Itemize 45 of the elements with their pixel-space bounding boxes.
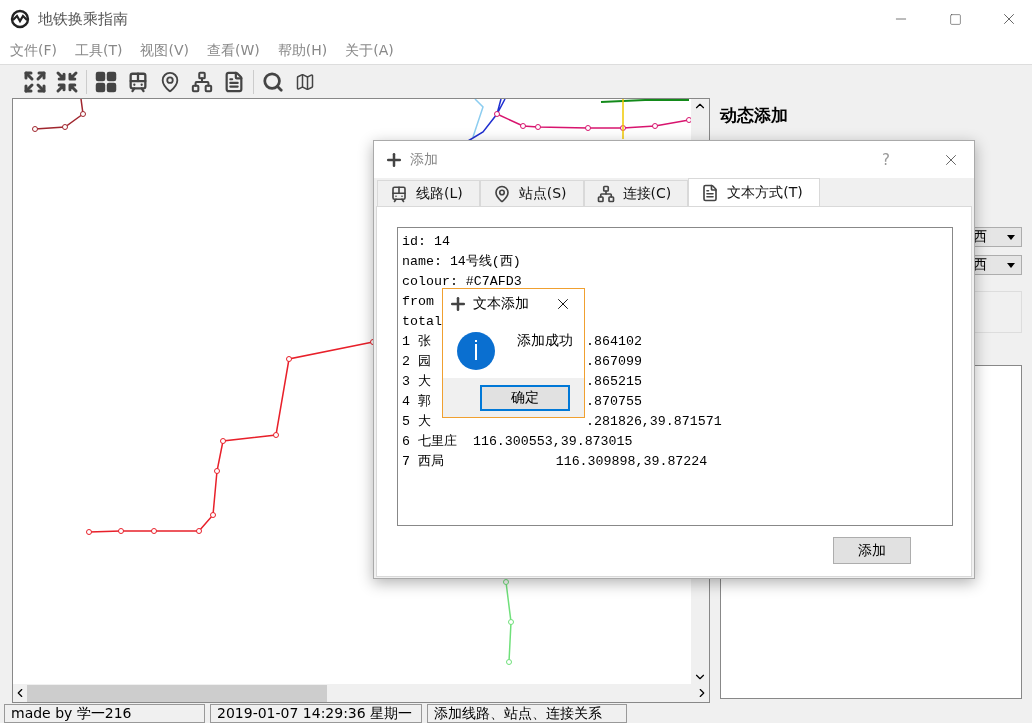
scrollbar-thumb[interactable] <box>27 684 327 702</box>
text-line: .281826,39.871571 <box>586 413 722 431</box>
text-line: id: 14 <box>402 233 450 251</box>
text-line: 2 园 <box>402 353 431 371</box>
ok-button[interactable]: 确定 <box>480 384 570 411</box>
maximize-icon[interactable] <box>948 12 962 26</box>
app-logo-icon <box>10 9 30 29</box>
train-icon <box>390 184 408 203</box>
tab[interactable]: 线路(L) <box>377 180 480 206</box>
menu-item[interactable]: 工具(T) <box>73 42 131 60</box>
document-icon <box>701 183 720 202</box>
menu-item[interactable]: 视图(V) <box>138 42 197 60</box>
network-icon <box>596 184 615 203</box>
window-title: 地铁换乘指南 <box>38 9 129 29</box>
tab[interactable]: 连接(C) <box>583 180 689 206</box>
menu-item[interactable]: 文件(F) <box>8 42 65 60</box>
text-line: 7 西局 116.309898,39.87224 <box>402 453 708 471</box>
status-text: made by 学一216 <box>4 704 205 723</box>
text-line: 5 大 <box>402 413 431 431</box>
text-line: 1 张 <box>402 333 431 351</box>
text-line: total <box>402 313 442 331</box>
panel-title: 动态添加 <box>720 104 789 127</box>
add-button[interactable]: 添加 <box>833 537 911 564</box>
text-line: .870755 <box>586 393 642 411</box>
tab[interactable]: 站点(S) <box>479 180 584 206</box>
text-line: colour: #C7AFD3 <box>402 273 522 291</box>
status-text: 添加线路、站点、连接关系 <box>427 704 627 723</box>
status-text: 2019-01-07 14:29:36 星期一 <box>210 704 422 723</box>
info-icon <box>457 332 495 370</box>
message-title: 文本添加 <box>473 294 530 313</box>
dialog-title: 添加 <box>410 150 439 169</box>
menu-item[interactable]: 查看(W) <box>205 42 268 60</box>
text-line: 3 大 <box>402 373 431 391</box>
text-line: from <box>402 293 434 311</box>
menu-item[interactable]: 关于(A) <box>343 42 402 60</box>
message-text: 添加成功 <box>517 332 573 350</box>
tab[interactable]: 文本方式(T) <box>688 178 820 206</box>
menu-item[interactable]: 帮助(H) <box>275 42 336 60</box>
map-pin-icon <box>492 184 511 203</box>
text-line: .864102 <box>586 333 642 351</box>
text-line: .865215 <box>586 373 642 391</box>
text-line: 4 郭 <box>402 393 431 411</box>
text-line: 6 七里庄 116.300553,39.873015 <box>402 433 633 451</box>
text-line: .867099 <box>586 353 642 371</box>
text-line: name: 14号线(西) <box>402 253 521 271</box>
